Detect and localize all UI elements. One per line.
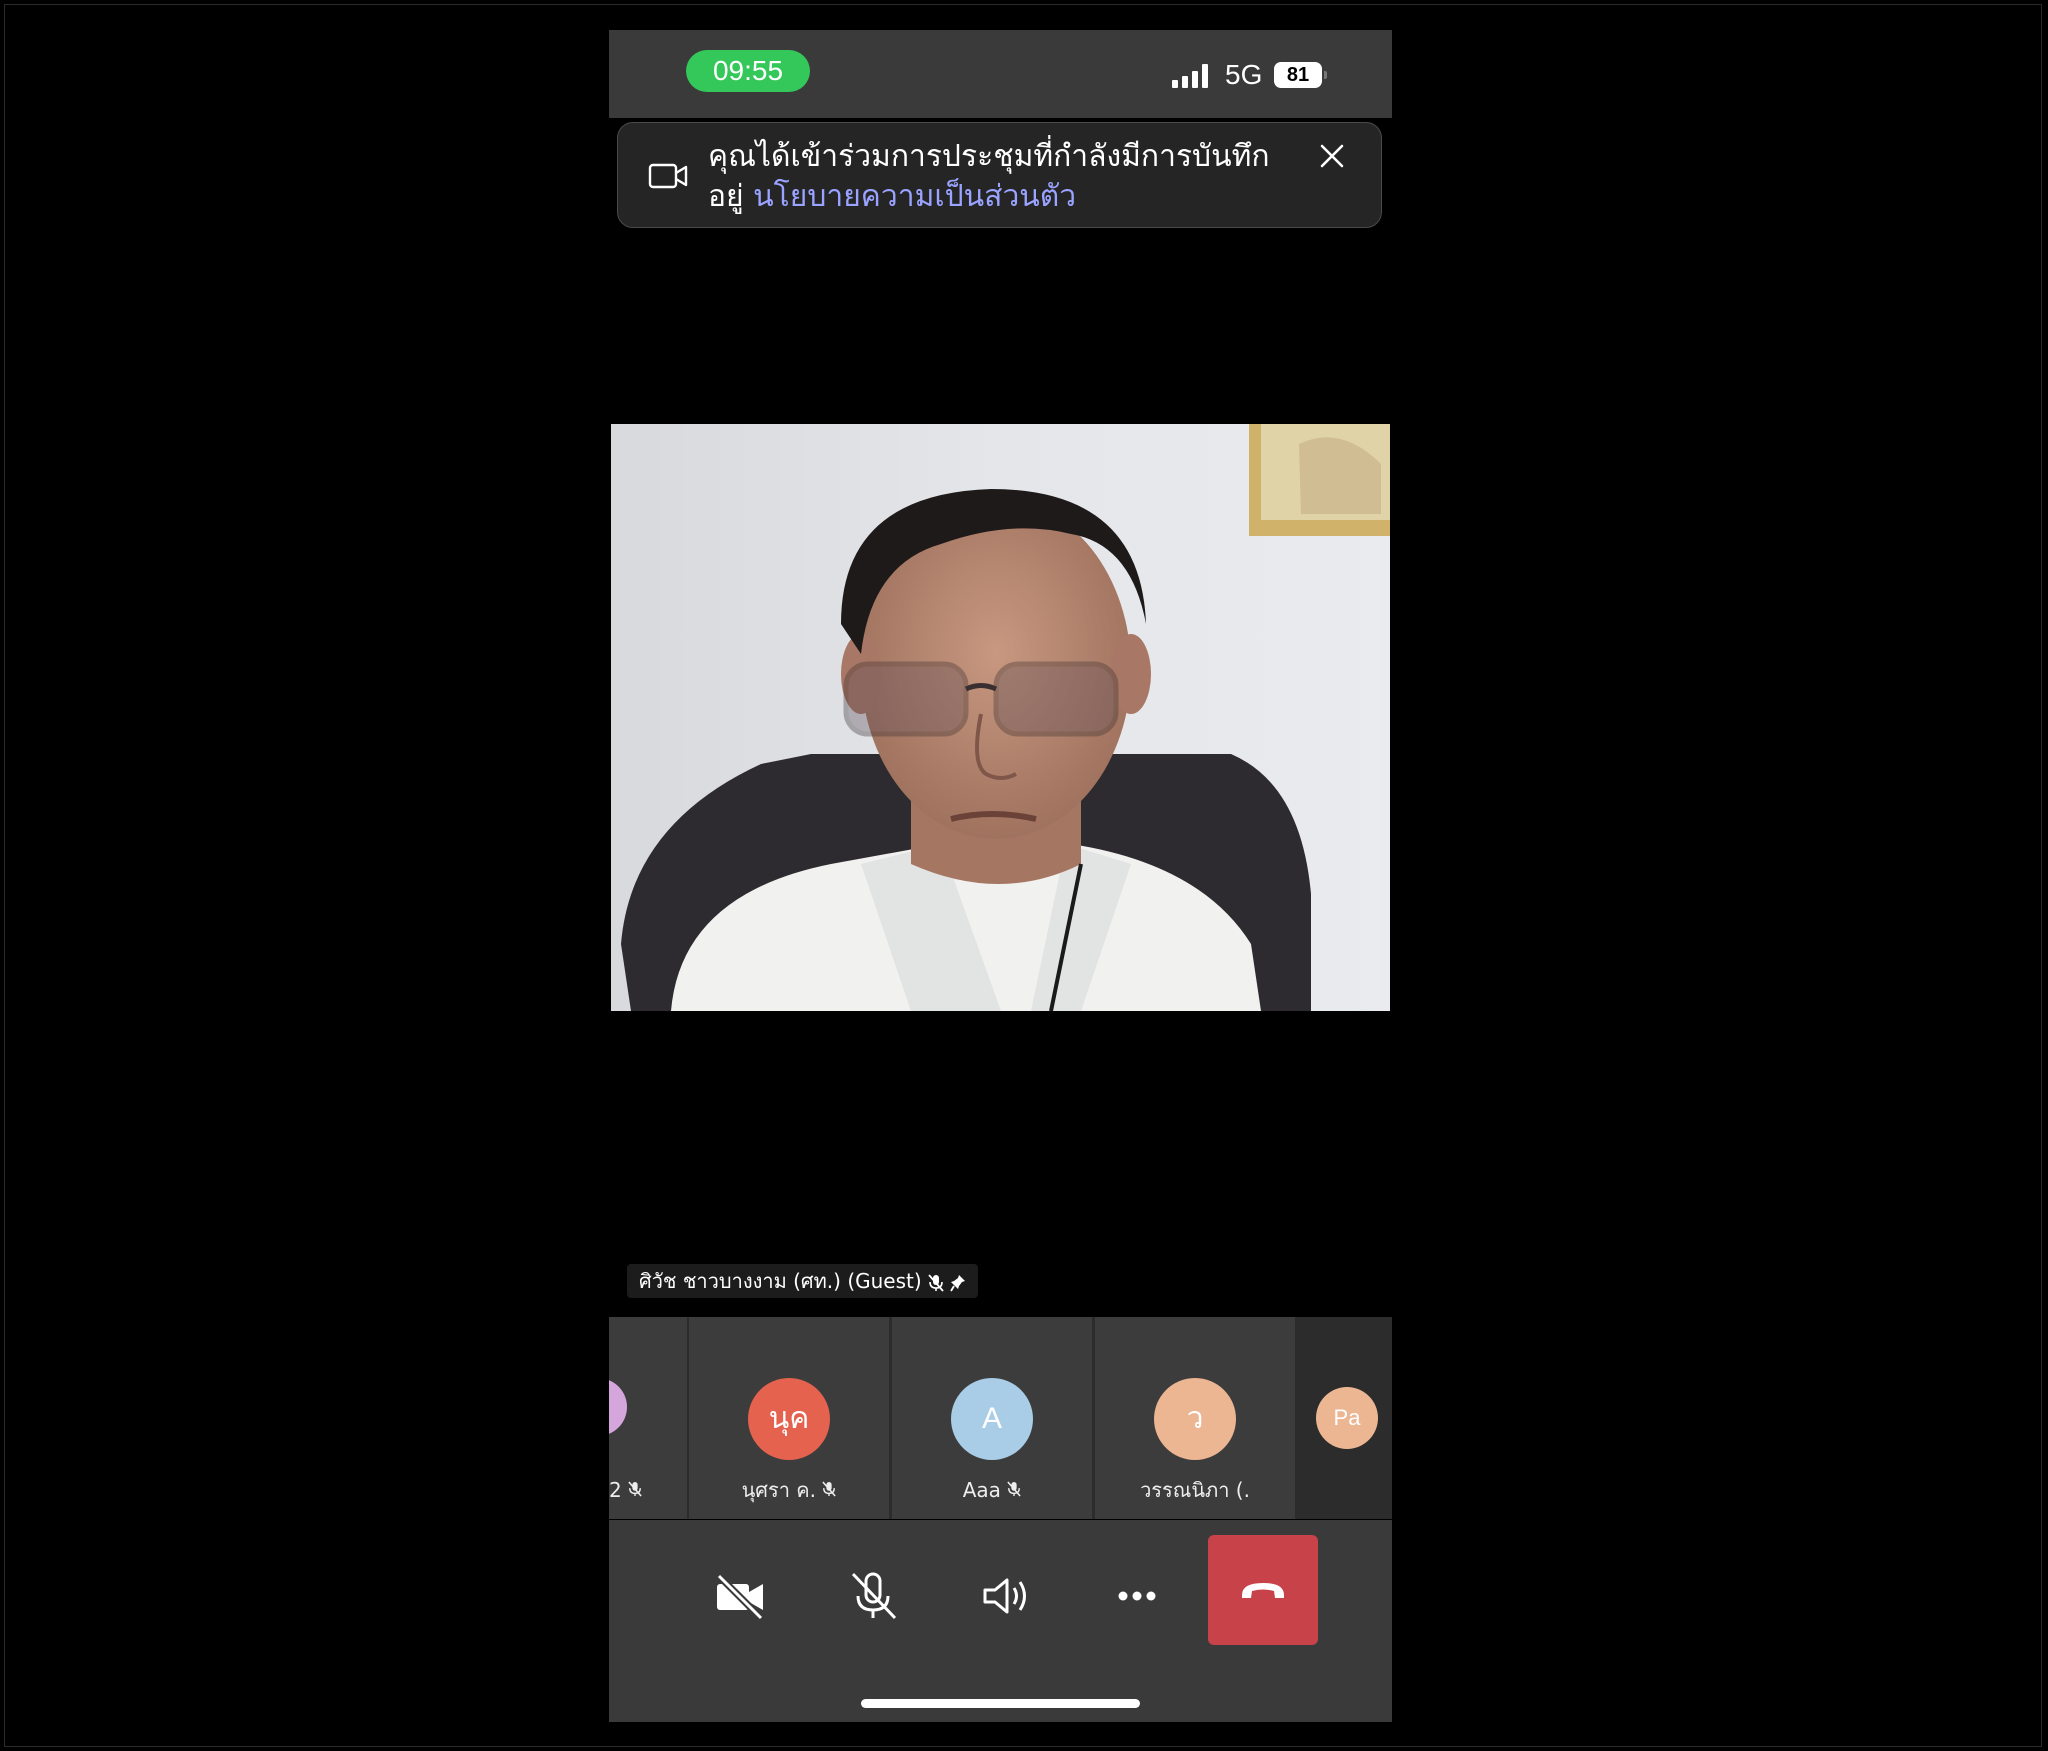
battery-icon: 81 xyxy=(1274,62,1327,88)
mic-muted-icon xyxy=(822,1481,837,1497)
more-icon[interactable] xyxy=(1101,1560,1173,1632)
status-bar: 09:55 5G 81 xyxy=(609,30,1392,118)
end-call-icon xyxy=(1242,1583,1284,1598)
active-speaker-name: ศิวัช ชาวบางงาม (ศท.) (Guest) xyxy=(639,1269,922,1293)
participant-avatar: นุค xyxy=(748,1378,830,1460)
call-controls xyxy=(609,1520,1392,1722)
mic-muted-icon xyxy=(628,1481,642,1497)
mic-off-icon[interactable] xyxy=(837,1560,909,1632)
mic-muted-icon xyxy=(1007,1481,1021,1497)
banner-message: คุณได้เข้าร่วมการประชุมที่กำลังมีการบันท… xyxy=(708,137,1298,217)
participant-video-image xyxy=(611,424,1390,1011)
end-call-button[interactable] xyxy=(1208,1535,1318,1645)
participant-tile[interactable]: 2 xyxy=(609,1317,687,1519)
participant-tile[interactable]: นุค นุศรา ค. xyxy=(689,1317,889,1519)
participant-label: 2 xyxy=(609,1477,642,1503)
participant-label: นุศรา ค. xyxy=(689,1477,889,1503)
close-icon[interactable] xyxy=(1315,139,1349,173)
pin-icon xyxy=(949,1274,965,1291)
participant-strip[interactable]: 2 นุค นุศรา ค. A Aaa ว วรรณนิภา (. Pa xyxy=(609,1317,1392,1519)
camera-off-icon[interactable] xyxy=(705,1560,777,1632)
participant-tile[interactable]: Pa xyxy=(1240,1317,1392,1519)
status-time: 09:55 xyxy=(686,50,810,92)
participant-label: Aaa xyxy=(892,1477,1092,1503)
participant-avatar xyxy=(609,1378,627,1436)
participant-avatar: A xyxy=(951,1378,1033,1460)
main-video-feed xyxy=(611,424,1390,1011)
home-indicator[interactable] xyxy=(861,1699,1140,1708)
video-camera-icon xyxy=(648,163,688,189)
speaker-icon[interactable] xyxy=(969,1560,1041,1632)
participant-avatar: Pa xyxy=(1316,1387,1378,1449)
signal-icon xyxy=(1172,64,1212,88)
network-type: 5G xyxy=(1225,59,1263,90)
phone-screen: 09:55 5G 81 คุณได้เข้าร่วมการประชุมที่กำ… xyxy=(609,30,1392,1722)
participant-avatar: ว xyxy=(1154,1378,1236,1460)
active-speaker-label: ศิวัช ชาวบางงาม (ศท.) (Guest) xyxy=(627,1264,978,1298)
mic-muted-icon xyxy=(927,1273,944,1292)
participant-tile[interactable]: A Aaa xyxy=(892,1317,1092,1519)
recording-banner: คุณได้เข้าร่วมการประชุมที่กำลังมีการบันท… xyxy=(617,122,1382,228)
privacy-policy-link[interactable]: นโยบายความเป็นส่วนตัว xyxy=(753,179,1076,214)
